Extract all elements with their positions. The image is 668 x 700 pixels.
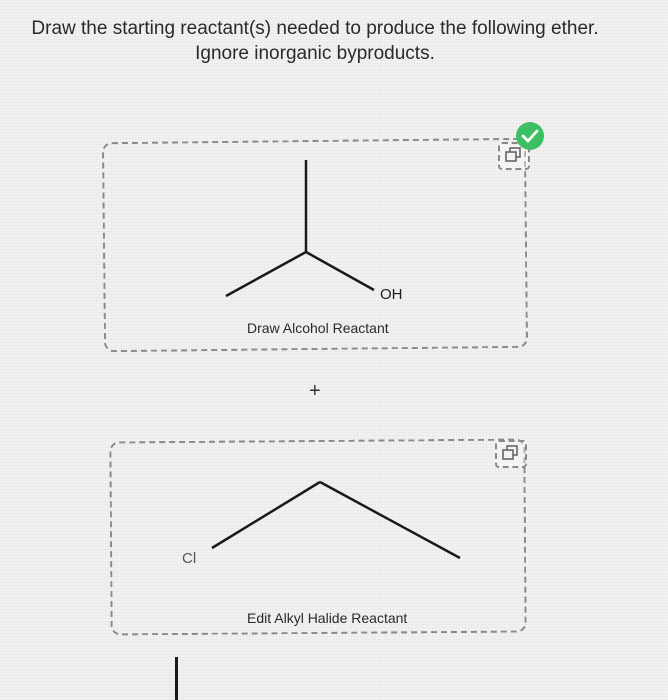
chlorine-label: Cl (182, 550, 197, 567)
plus-sign: + (309, 380, 321, 402)
alkyl-halide-reactant-canvas[interactable] (109, 438, 527, 636)
alcohol-correct-badge (516, 122, 544, 150)
check-icon (521, 129, 539, 143)
hydroxyl-label: OH (380, 286, 403, 303)
alkyl-halide-reactant-caption: Edit Alkyl Halide Reactant (247, 610, 408, 626)
halide-copy-button[interactable] (495, 440, 527, 468)
question-line-1: Draw the starting reactant(s) needed to … (31, 18, 599, 39)
alcohol-reactant-caption: Draw Alcohol Reactant (247, 320, 389, 336)
question-line-2: Ignore inorganic byproducts. (195, 43, 435, 64)
question-prompt: Draw the starting reactant(s) needed to … (0, 16, 630, 66)
next-structure-bond (175, 657, 178, 700)
copy-icon (502, 445, 518, 460)
copy-icon (505, 147, 521, 162)
